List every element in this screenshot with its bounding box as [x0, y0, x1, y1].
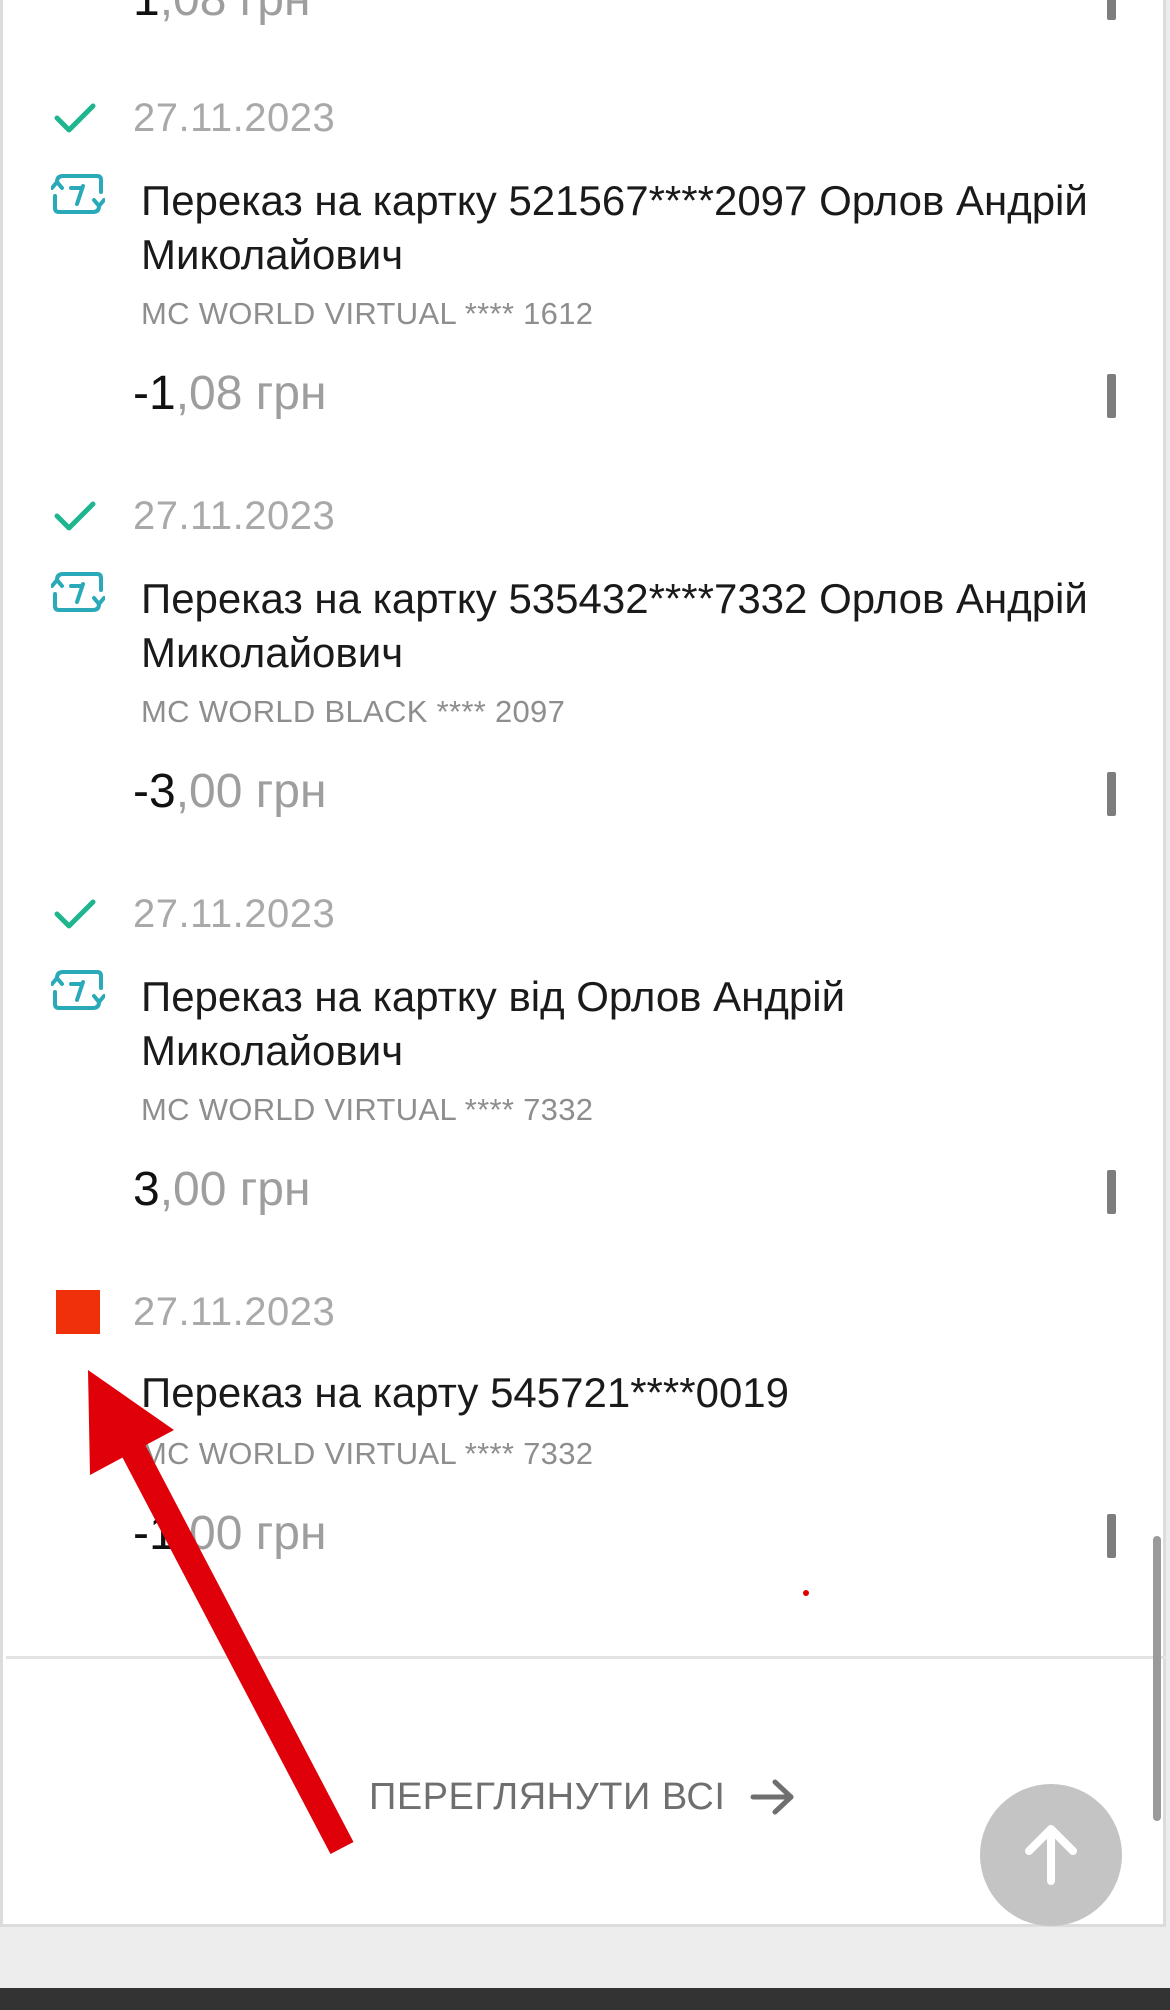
- transfer-icon: [51, 970, 105, 1010]
- transaction-card: MC WORLD BLACK **** 2097: [141, 694, 566, 729]
- transaction-amount: -1,00 грн: [133, 1507, 327, 1560]
- transaction-amount: -3,00 грн: [133, 765, 327, 818]
- transactions-card: 1,08 грн 27.11.2023 Переказ на картку 52…: [0, 0, 1166, 1927]
- transaction-amount: 3,00 грн: [133, 1163, 311, 1216]
- arrow-right-icon: [750, 1779, 794, 1815]
- transaction-amount: -1,08 грн: [133, 367, 327, 420]
- system-bottom-bar: [0, 1988, 1170, 2010]
- transaction-title: Переказ на картку 521567****2097 Орлов А…: [141, 177, 1088, 278]
- transaction-title: Переказ на картку 535432****7332 Орлов А…: [141, 575, 1088, 676]
- transaction-title: Переказ на картку від Орлов Андрій Микол…: [141, 973, 846, 1074]
- view-all-label: ПЕРЕГЛЯНУТИ ВСІ: [369, 1775, 726, 1818]
- check-icon: [54, 103, 96, 133]
- transaction-date: 27.11.2023: [133, 494, 336, 538]
- scrollbar[interactable]: [1153, 1536, 1161, 1821]
- amount-indicator: [1107, 1514, 1116, 1558]
- divider: [6, 1656, 1166, 1659]
- check-icon: [54, 501, 96, 531]
- transaction-card: MC WORLD VIRTUAL **** 7332: [141, 1092, 594, 1127]
- failed-status-icon: [56, 1290, 100, 1334]
- check-icon: [54, 899, 96, 929]
- amount-indicator: [1107, 374, 1116, 418]
- transaction-amount: 1,08 грн: [133, 0, 310, 27]
- amount-indicator: [1107, 1170, 1116, 1214]
- scroll-to-top-button[interactable]: [980, 1784, 1122, 1926]
- transaction-date: 27.11.2023: [133, 96, 336, 140]
- red-dot-marker: [803, 1590, 809, 1596]
- transaction-date: 27.11.2023: [133, 892, 336, 936]
- transfer-icon: [51, 174, 105, 214]
- transaction-card: MC WORLD VIRTUAL **** 7332: [141, 1436, 594, 1471]
- amount-indicator: [1107, 772, 1116, 816]
- transfer-icon: [51, 572, 105, 612]
- amount-indicator: [1107, 0, 1116, 20]
- arrow-up-icon: [1025, 1825, 1077, 1885]
- transaction-title: Переказ на карту 545721****0019: [141, 1369, 790, 1416]
- view-all-button[interactable]: ПЕРЕГЛЯНУТИ ВСІ: [369, 1770, 797, 1824]
- transaction-date: 27.11.2023: [133, 1290, 336, 1334]
- transaction-card: MC WORLD VIRTUAL **** 1612: [141, 296, 594, 331]
